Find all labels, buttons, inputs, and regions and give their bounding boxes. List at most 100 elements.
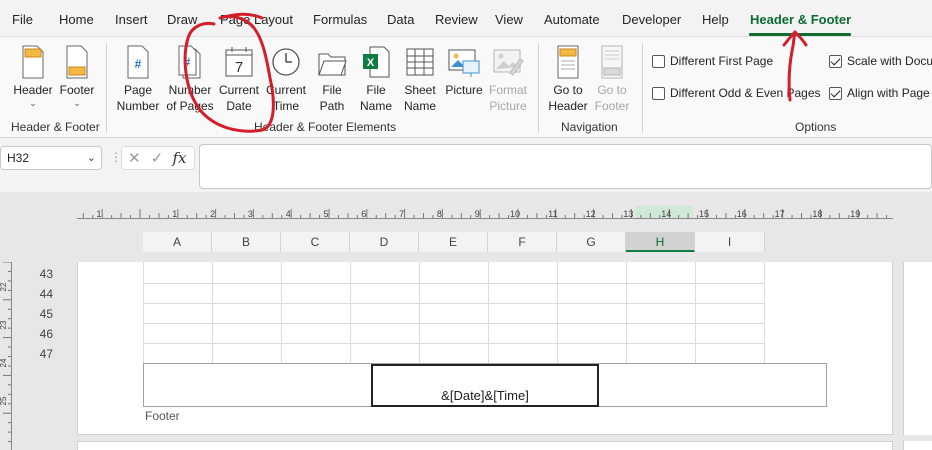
cancel-icon[interactable]: ✕ (128, 150, 141, 167)
current-date-button[interactable]: 7 Current Date (217, 45, 261, 114)
goto-header-label-2: Header (548, 99, 588, 113)
footer-button[interactable]: Footer ⌄ (57, 45, 97, 108)
sheet-name-label-1: Sheet (404, 83, 436, 97)
footer-center-text[interactable]: &[Date]&[Time] (373, 388, 597, 403)
formula-input[interactable] (199, 144, 932, 189)
horizontal-ruler: 1 1 2 3 4 5 6 7 8 9 10 11 12 13 14 15 16 17 18 19 (77, 206, 893, 219)
ribbon: Header ⌄ Footer ⌄ Header & Footer # Page… (0, 36, 932, 138)
file-path-label-2: Path (319, 99, 345, 113)
column-header-d[interactable]: D (350, 232, 419, 252)
checkbox-checked[interactable] (829, 54, 842, 68)
goto-footer-label-1: Go to (597, 83, 627, 97)
tab-file[interactable]: File (12, 12, 33, 27)
tab-review[interactable]: Review (435, 12, 478, 27)
goto-footer-label-2: Footer (594, 99, 630, 113)
checkbox-unchecked[interactable] (652, 54, 665, 68)
footer-button-label: Footer (59, 83, 95, 97)
tab-draw[interactable]: Draw (167, 12, 197, 27)
current-time-button[interactable]: Current Time (263, 45, 309, 114)
ruler-label: 18 (812, 209, 822, 219)
format-picture-button[interactable]: Format Picture (487, 45, 529, 114)
scale-with-document-checkbox[interactable]: Scale with Docu (829, 54, 932, 68)
tab-header-footer[interactable]: Header & Footer (750, 12, 851, 27)
ruler-label: 3 (248, 209, 253, 219)
goto-header-label-1: Go to (553, 83, 583, 97)
adjacent-page-area (903, 262, 932, 435)
different-odd-even-label: Different Odd & Even Pages (670, 86, 821, 100)
column-header-f[interactable]: F (488, 232, 557, 252)
sheet-icon (406, 48, 434, 76)
insert-function-icon[interactable]: fx (173, 149, 187, 167)
column-header-e[interactable]: E (419, 232, 488, 252)
number-of-pages-button[interactable]: # Number of Pages (166, 45, 214, 114)
column-header-a[interactable]: A (143, 232, 212, 252)
row-header-47[interactable]: 47 (13, 344, 57, 364)
ruler-label: 1 (96, 209, 101, 219)
picture-icon (448, 49, 480, 77)
format-picture-label-2: Picture (489, 99, 527, 113)
picture-button[interactable]: Picture (443, 45, 485, 98)
row-header-46[interactable]: 46 (13, 324, 57, 344)
ruler-label: 12 (586, 209, 596, 219)
column-header-g[interactable]: G (557, 232, 626, 252)
column-header-c[interactable]: C (281, 232, 350, 252)
format-picture-label-1: Format (488, 83, 527, 97)
tab-page-layout[interactable]: Page Layout (220, 12, 293, 27)
group-label-options: Options (795, 120, 837, 134)
file-path-label-1: File (322, 83, 342, 97)
tab-help[interactable]: Help (702, 12, 729, 27)
ruler-label: 25 (0, 396, 8, 405)
checkbox-checked[interactable] (829, 86, 842, 100)
number-of-pages-label-1: Number (168, 83, 212, 97)
different-first-page-checkbox[interactable]: Different First Page (652, 54, 773, 68)
row-header-44[interactable]: 44 (13, 284, 57, 304)
enter-icon[interactable]: ✓ (151, 150, 164, 167)
chevron-down-icon[interactable]: ⌄ (87, 151, 96, 164)
ruler-label: 19 (850, 209, 860, 219)
goto-header-icon (557, 45, 579, 79)
align-with-page-checkbox[interactable]: Align with Page (829, 86, 930, 100)
cell-grid[interactable] (143, 262, 765, 363)
ruler-label: 14 (661, 209, 671, 219)
formula-buttons: ✕ ✓ fx (121, 146, 195, 170)
name-box-value: H32 (7, 151, 30, 165)
ruler-label: 7 (399, 209, 404, 219)
column-header-i[interactable]: I (695, 232, 765, 252)
tab-data[interactable]: Data (387, 12, 414, 27)
sheet-name-button[interactable]: Sheet Name (400, 45, 440, 114)
ruler-label: 11 (548, 209, 557, 219)
row-header-45[interactable]: 45 (13, 304, 57, 324)
page-number-icon: # (127, 45, 149, 79)
tab-view[interactable]: View (495, 12, 523, 27)
different-odd-even-checkbox[interactable]: Different Odd & Even Pages (652, 86, 821, 100)
tab-formulas[interactable]: Formulas (313, 12, 367, 27)
name-box[interactable]: H32 ⌄ (0, 146, 102, 170)
calendar-icon: 7 (225, 47, 253, 77)
ruler-label: 10 (510, 209, 520, 219)
file-name-button[interactable]: X File Name (357, 45, 395, 114)
tab-developer[interactable]: Developer (622, 12, 681, 27)
tab-home[interactable]: Home (59, 12, 94, 27)
group-label-header-footer-elements: Header & Footer Elements (254, 120, 397, 134)
goto-footer-button[interactable]: Go to Footer (592, 45, 632, 114)
ruler-label: 5 (323, 209, 328, 219)
footer-center-section[interactable]: &[Date]&[Time] (371, 364, 599, 407)
header-button[interactable]: Header ⌄ (10, 45, 56, 108)
checkbox-unchecked[interactable] (652, 86, 665, 100)
goto-header-button[interactable]: Go to Header (548, 45, 588, 114)
column-header-h[interactable]: H (626, 232, 695, 252)
column-header-b[interactable]: B (212, 232, 281, 252)
tab-insert[interactable]: Insert (115, 12, 148, 27)
file-path-button[interactable]: File Path (314, 45, 350, 114)
adjacent-page-area (903, 441, 932, 450)
picture-label: Picture (445, 83, 483, 97)
svg-text:#: # (135, 57, 142, 71)
page-number-button[interactable]: # Page Number (116, 45, 160, 114)
group-label-header-footer: Header & Footer (11, 120, 100, 134)
page-number-label-2: Number (116, 99, 160, 113)
tab-automate[interactable]: Automate (544, 12, 600, 27)
ruler-label: 16 (737, 209, 747, 219)
row-header-43[interactable]: 43 (13, 264, 57, 284)
clock-icon (272, 48, 300, 76)
goto-footer-icon (601, 45, 623, 79)
